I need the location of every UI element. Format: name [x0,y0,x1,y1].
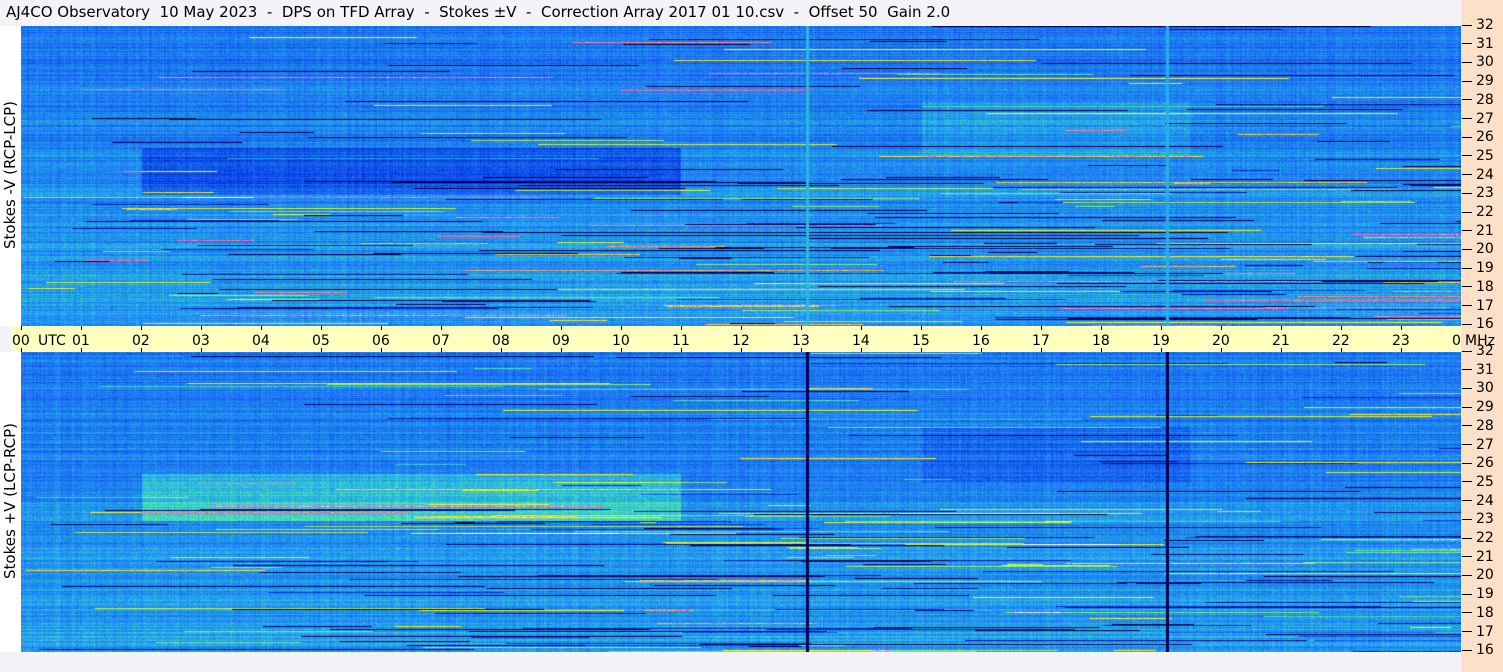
y-tick-label: 25 [1462,474,1494,490]
bottom-panel-ylabel: Stokes +V (LCP-RCP) [1,423,19,579]
x-tick-mark [681,326,682,330]
y-tick-label: 18 [1462,279,1494,295]
x-tick-label: 20 [1212,333,1230,349]
y-tick-label: 23 [1462,511,1494,527]
x-tick-label: 18 [1092,333,1110,349]
x-tick-label: 17 [1032,333,1050,349]
x-tick-mark [1041,326,1042,330]
y-tick-label: 19 [1462,260,1494,276]
y-tick-label: 29 [1462,399,1494,415]
x-tick-label: 21 [1272,333,1290,349]
y-tick-label: 19 [1462,586,1494,602]
y-tick-label: 17 [1462,298,1494,314]
x-tick-mark [141,326,142,330]
chart-title: AJ4CO Observatory 10 May 2023 - DPS on T… [6,3,951,21]
y-tick-label: 28 [1462,92,1494,108]
y-tick-label: 29 [1462,73,1494,89]
x-tick-mark [801,326,802,330]
y-tick-label: 20 [1462,241,1494,257]
x-tick-mark [1341,326,1342,330]
x-tick-label: 01 [72,333,90,349]
x-tick-label: 11 [672,333,690,349]
x-tick-mark [861,326,862,330]
x-tick-mark [921,326,922,330]
y-tick-label: 21 [1462,223,1494,239]
x-tick-label: 03 [192,333,210,349]
y-tick-label: 22 [1462,204,1494,220]
x-tick-label: 14 [852,333,870,349]
x-tick-label: 04 [252,333,270,349]
x-tick-mark [621,326,622,330]
y-tick-label: 30 [1462,380,1494,396]
y-tick-label: 22 [1462,530,1494,546]
x-tick-mark [1281,326,1282,330]
y-tick-label: 16 [1462,316,1494,332]
y-tick-label: 27 [1462,437,1494,453]
y-tick-label: 16 [1462,642,1494,658]
x-tick-mark [1401,326,1402,330]
x-tick-label: 10 [612,333,630,349]
y-tick-label: 23 [1462,185,1494,201]
x-tick-label: 19 [1152,333,1170,349]
x-tick-label: 22 [1332,333,1350,349]
top-panel-ylabel: Stokes -V (RCP-LCP) [1,101,19,249]
x-tick-mark [381,326,382,330]
spectrogram-top [21,26,1461,326]
x-tick-mark [261,326,262,330]
x-tick-label: 02 [132,333,150,349]
y-tick-label: 17 [1462,624,1494,640]
x-tick-label: 15 [912,333,930,349]
x-tick-mark [1221,326,1222,330]
y-tick-label: 28 [1462,418,1494,434]
y-tick-label: 20 [1462,567,1494,583]
x-tick-label: 16 [972,333,990,349]
x-tick-label: 00 [12,333,30,349]
x-tick-mark [1161,326,1162,330]
x-tick-label: 12 [732,333,750,349]
y-tick-label: 24 [1462,493,1494,509]
x-tick-label: 13 [792,333,810,349]
x-tick-mark [501,326,502,330]
y-tick-label: 31 [1462,36,1494,52]
y-tick-label: 27 [1462,111,1494,127]
x-axis-label: UTC [38,333,66,349]
y-tick-label: 24 [1462,167,1494,183]
time-axis: 00 01 02 03 04 05 06 07 08 09 10 11 12 13 14 15 16 17 18 19… [12,326,1470,352]
y-tick-label: 31 [1462,362,1494,378]
x-tick-label: 08 [492,333,510,349]
y-tick-label: 30 [1462,54,1494,70]
x-tick-mark [981,326,982,330]
frequency-unit-label: MHz [1465,333,1495,349]
x-tick-mark [741,326,742,330]
x-tick-mark [561,326,562,330]
x-tick-mark [21,326,22,330]
y-tick-label: 18 [1462,605,1494,621]
x-tick-mark [1101,326,1102,330]
x-tick-label: 06 [372,333,390,349]
x-tick-label: 05 [312,333,330,349]
x-tick-mark [441,326,442,330]
x-tick-mark [321,326,322,330]
y-tick-label: 26 [1462,455,1494,471]
spectrogram-bottom [21,352,1461,652]
y-tick-label: 32 [1462,17,1494,33]
x-tick-mark [81,326,82,330]
x-tick-label: 23 [1392,333,1410,349]
bottom-ylabel-band: Stokes +V (LCP-RCP) [0,352,21,652]
x-tick-mark [201,326,202,330]
x-tick-label: 09 [552,333,570,349]
top-ylabel-band: Stokes -V (RCP-LCP) [0,26,21,326]
x-tick-label: 07 [432,333,450,349]
y-tick-label: 21 [1462,549,1494,565]
y-tick-label: 26 [1462,129,1494,145]
y-tick-label: 25 [1462,148,1494,164]
